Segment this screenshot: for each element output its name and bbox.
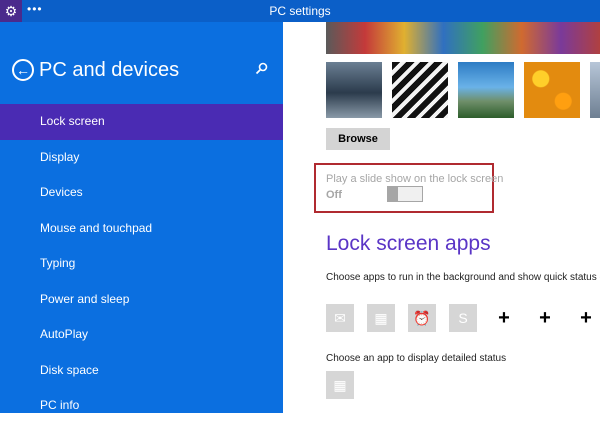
background-thumbnails: [326, 62, 600, 124]
alarm-icon[interactable]: ⏰: [408, 304, 436, 332]
calendar-icon[interactable]: ▦: [367, 304, 395, 332]
calendar-icon[interactable]: ▦: [326, 371, 354, 399]
title-bar: ⚙ ••• PC settings: [0, 0, 600, 22]
lock-screen-apps-heading: Lock screen apps: [326, 232, 491, 255]
slideshow-label: Play a slide show on the lock screen: [326, 173, 504, 185]
plus-icon[interactable]: +: [572, 304, 600, 332]
sidebar-nav: Lock screen Display Devices Mouse and to…: [0, 104, 283, 424]
main-content: Browse Play a slide show on the lock scr…: [283, 22, 600, 413]
slideshow-state: Off: [326, 189, 342, 201]
thumbnail-space-needle[interactable]: [458, 62, 514, 118]
lock-screen-preview: [326, 22, 600, 54]
sidebar-item-devices[interactable]: Devices: [0, 175, 283, 211]
detailed-status-description: Choose an app to display detailed status: [326, 353, 507, 364]
window-title: PC settings: [269, 4, 331, 18]
browse-button[interactable]: Browse: [326, 128, 390, 150]
back-arrow-icon[interactable]: ←: [12, 59, 34, 81]
thumbnail-subway[interactable]: [326, 62, 382, 118]
thumbnail-honeycomb[interactable]: [524, 62, 580, 118]
plus-icon[interactable]: +: [490, 304, 518, 332]
sidebar-item-display[interactable]: Display: [0, 140, 283, 176]
sidebar-item-pc-info[interactable]: PC info: [0, 388, 283, 424]
mail-icon[interactable]: ✉: [326, 304, 354, 332]
toggle-knob: [388, 187, 398, 201]
search-icon[interactable]: [255, 62, 271, 78]
thumbnail-piano[interactable]: [392, 62, 448, 118]
sidebar-item-typing[interactable]: Typing: [0, 246, 283, 282]
plus-icon[interactable]: +: [531, 304, 559, 332]
sidebar: ← PC and devices Lock screen Display Dev…: [0, 22, 283, 413]
sidebar-item-power-and-sleep[interactable]: Power and sleep: [0, 282, 283, 318]
sidebar-title: PC and devices: [39, 59, 180, 81]
lock-screen-apps-description: Choose apps to run in the background and…: [326, 272, 600, 283]
skype-icon[interactable]: S: [449, 304, 477, 332]
slideshow-toggle[interactable]: [387, 186, 423, 202]
thumbnail-mountain[interactable]: [590, 62, 600, 118]
lock-screen-app-slots: ✉ ▦ ⏰ S + + +: [326, 304, 600, 332]
sidebar-item-mouse-and-touchpad[interactable]: Mouse and touchpad: [0, 211, 283, 247]
sidebar-item-lock-screen[interactable]: Lock screen: [0, 104, 283, 140]
sidebar-item-autoplay[interactable]: AutoPlay: [0, 317, 283, 353]
sidebar-item-disk-space[interactable]: Disk space: [0, 353, 283, 389]
